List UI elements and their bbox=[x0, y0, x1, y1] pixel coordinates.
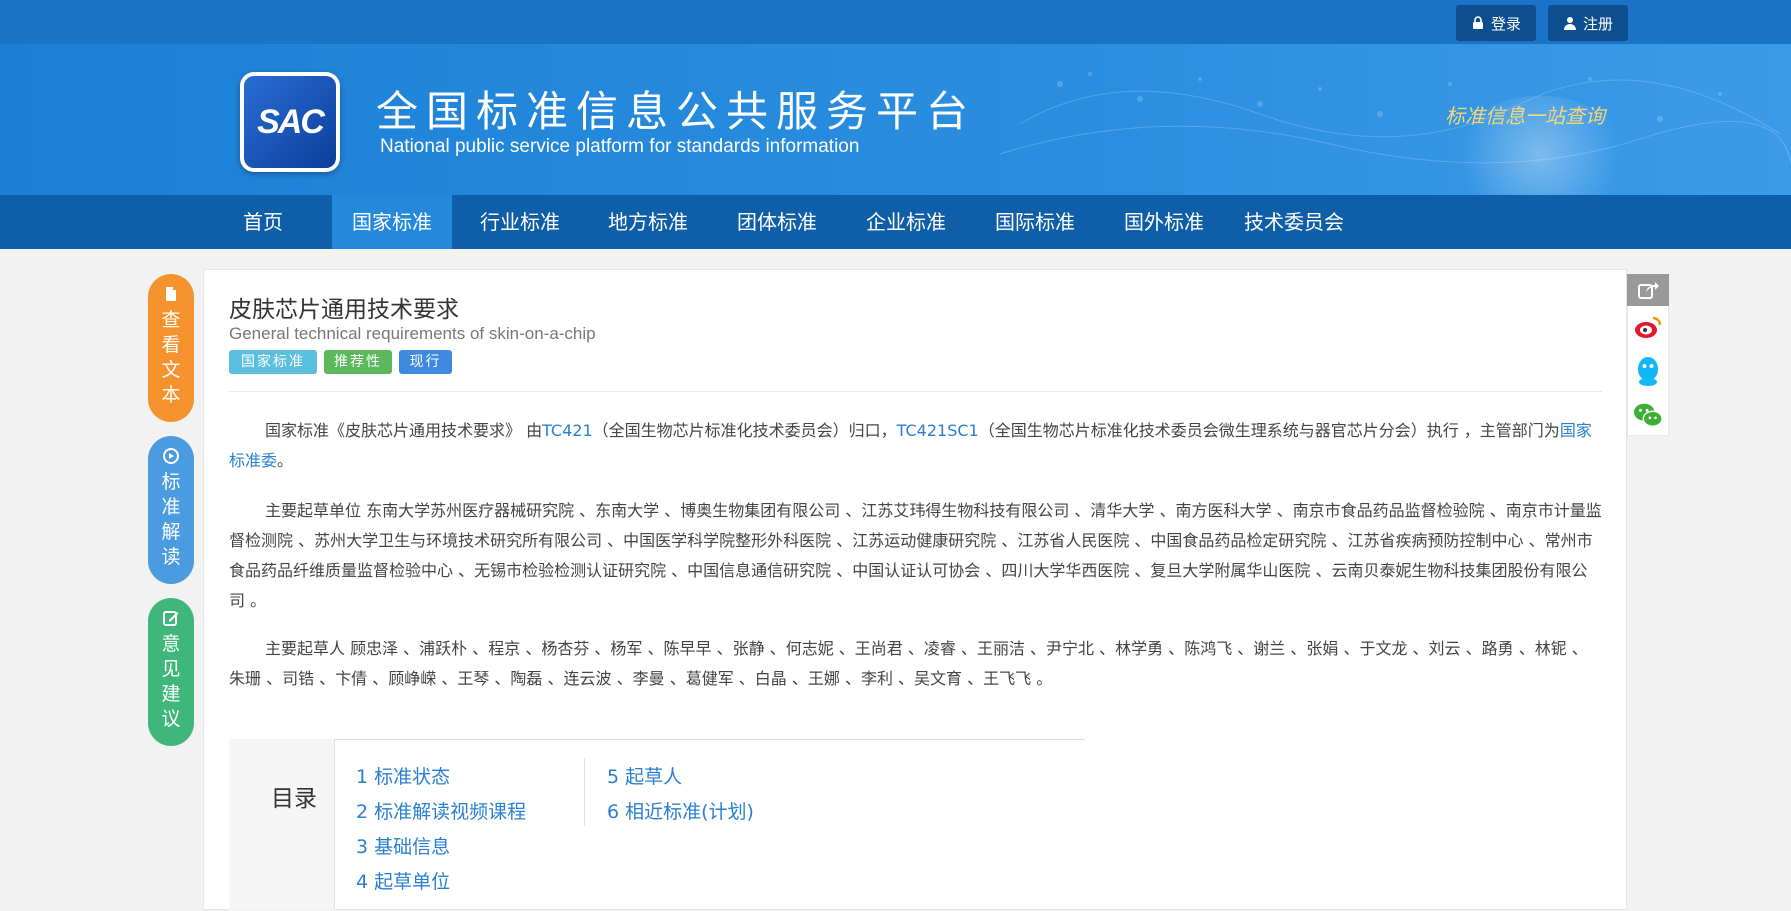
toc-item-similar-standards[interactable]: 6 相近标准(计划) bbox=[607, 797, 754, 824]
logo-text: SAC bbox=[257, 102, 325, 141]
login-label: 登录 bbox=[1490, 14, 1521, 33]
tc421sc1-link[interactable]: TC421SC1 bbox=[897, 421, 979, 440]
site-subtitle: National public service platform for sta… bbox=[380, 136, 860, 157]
toc-item-drafting-units[interactable]: 4 起草单位 bbox=[356, 867, 450, 894]
interpretation-label: 标准解读 bbox=[161, 471, 181, 568]
login-button[interactable]: 登录 bbox=[1456, 5, 1536, 41]
nav-item-home[interactable]: 首页 bbox=[222, 195, 304, 249]
register-label: 注册 bbox=[1582, 14, 1613, 33]
p1-lead: 国家标准《皮肤芯片通用技术要求》 由 bbox=[265, 421, 543, 440]
main-nav: 首页 国家标准 行业标准 地方标准 团体标准 企业标准 国际标准 国外标准 技术… bbox=[0, 195, 1791, 249]
view-text-button[interactable]: 查看文本 bbox=[148, 274, 194, 422]
drafters-paragraph: 主要起草人 顾忠泽 、浦跃朴 、程京 、杨杏芬 、杨军 、陈早早 、张静 、何志… bbox=[229, 639, 1588, 688]
toc-item-video[interactable]: 2 标准解读视频课程 bbox=[356, 797, 526, 824]
nav-item-foreign[interactable]: 国外标准 bbox=[1114, 195, 1214, 249]
nav-item-international[interactable]: 国际标准 bbox=[985, 195, 1085, 249]
register-button[interactable]: 注册 bbox=[1548, 5, 1628, 41]
p1-end: 。 bbox=[277, 451, 294, 470]
qq-icon bbox=[1638, 357, 1658, 386]
tag-current: 现行 bbox=[399, 350, 452, 374]
toc-item-drafters[interactable]: 5 起草人 bbox=[607, 762, 682, 789]
toc-item-status[interactable]: 1 标准状态 bbox=[356, 762, 450, 789]
user-icon bbox=[1563, 17, 1576, 30]
qq-share-button[interactable] bbox=[1633, 356, 1663, 386]
feedback-button[interactable]: 意见建议 bbox=[148, 598, 194, 746]
feedback-label: 意见建议 bbox=[161, 633, 181, 730]
nav-item-local[interactable]: 地方标准 bbox=[598, 195, 698, 249]
divider bbox=[229, 391, 1602, 392]
wechat-share-button[interactable] bbox=[1633, 400, 1663, 430]
view-text-label: 查看文本 bbox=[161, 309, 181, 406]
edit-icon bbox=[163, 611, 179, 626]
tag-recommended: 推荐性 bbox=[324, 350, 392, 374]
share-button[interactable] bbox=[1627, 274, 1669, 306]
tag-national-standard: 国家标准 bbox=[229, 350, 317, 374]
site-title: 全国标准信息公共服务平台 bbox=[376, 87, 977, 136]
wechat-icon bbox=[1633, 403, 1663, 427]
standard-english-title: General technical requirements of skin-o… bbox=[229, 324, 596, 343]
nav-item-national[interactable]: 国家标准 bbox=[332, 195, 452, 249]
drafting-units-paragraph: 主要起草单位 东南大学苏州医疗器械研究院 、东南大学 、博奥生物集团有限公司 、… bbox=[229, 501, 1602, 610]
toc-label-box: 目录 bbox=[229, 739, 335, 910]
toc-separator bbox=[584, 758, 585, 826]
nav-item-group[interactable]: 团体标准 bbox=[727, 195, 827, 249]
sac-logo[interactable]: SAC bbox=[240, 72, 340, 172]
toc-label: 目录 bbox=[271, 786, 317, 812]
play-icon bbox=[163, 448, 179, 464]
document-icon bbox=[166, 287, 176, 301]
toc-item-basic-info[interactable]: 3 基础信息 bbox=[356, 832, 450, 859]
nav-item-committee[interactable]: 技术委员会 bbox=[1236, 195, 1352, 249]
share-icon bbox=[1638, 282, 1659, 299]
nav-item-enterprise[interactable]: 企业标准 bbox=[856, 195, 956, 249]
world-map-decoration bbox=[1000, 72, 1791, 165]
nav-item-industry[interactable]: 行业标准 bbox=[470, 195, 570, 249]
top-bar: 登录 注册 bbox=[0, 0, 1791, 44]
description-paragraph-1: 国家标准《皮肤芯片通用技术要求》 由TC421（全国生物芯片标准化技术委员会）归… bbox=[229, 416, 1602, 476]
p1-mid1: （全国生物芯片标准化技术委员会）归口， bbox=[592, 421, 897, 440]
weibo-icon bbox=[1635, 316, 1662, 338]
standard-title: 皮肤芯片通用技术要求 bbox=[229, 297, 459, 323]
slogan: 标准信息一站查询 bbox=[1445, 104, 1605, 128]
tc421-link[interactable]: TC421 bbox=[542, 421, 593, 440]
lock-icon bbox=[1472, 16, 1483, 29]
p1-mid2: （全国生物芯片标准化技术委员会微生理系统与器官芯片分会）执行 ，主管部门为 bbox=[978, 421, 1560, 440]
interpretation-button[interactable]: 标准解读 bbox=[148, 436, 194, 584]
weibo-share-button[interactable] bbox=[1633, 312, 1663, 342]
